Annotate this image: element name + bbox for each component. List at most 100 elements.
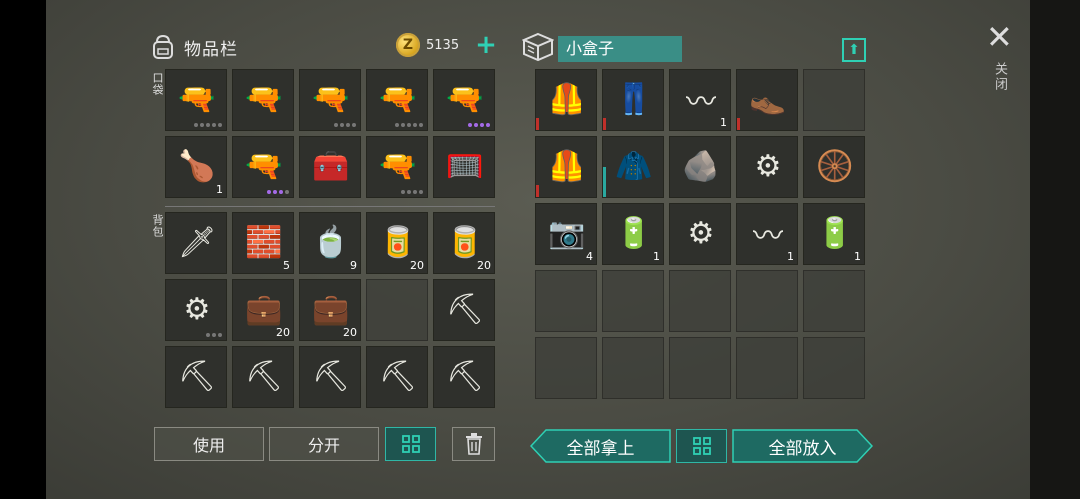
backpack-slot[interactable]: 🥫 20 (366, 212, 428, 274)
backpack-slot[interactable]: ⛏ (433, 346, 495, 408)
sort-grid-button[interactable] (385, 427, 436, 461)
pocket-slot[interactable]: 🔫 (366, 69, 428, 131)
box-slot[interactable] (535, 270, 597, 332)
spring-icon: 〰 (753, 219, 783, 254)
hatchet-icon: ⛏ (244, 358, 284, 394)
durability-bar (603, 118, 606, 130)
pocket-slot[interactable]: 🔫 (366, 136, 428, 198)
pocket-slot[interactable]: 🥅 (433, 136, 495, 198)
pocket-slot[interactable]: 🔫 (165, 69, 227, 131)
box-slot[interactable]: 🧥 (602, 136, 664, 198)
pocket-slot[interactable]: 🔫 (299, 69, 361, 131)
pocket-grid: 🔫 🔫 🔫 🔫 🔫 🍗 1 🔫 🧰 🔫 🥅 (165, 69, 495, 198)
box-slot[interactable]: 🔋 1 (602, 203, 664, 265)
box-slot[interactable] (602, 270, 664, 332)
vest-armor-icon: 🦺 (548, 148, 586, 184)
box-slot[interactable] (803, 69, 865, 131)
backpack-slot[interactable]: ⛏ (299, 346, 361, 408)
pocket-slot[interactable]: 🔫 (232, 136, 294, 198)
box-slot[interactable]: 📷 4 (535, 203, 597, 265)
box-slot[interactable]: 〰 1 (736, 203, 798, 265)
box-slot[interactable]: ⚙ (736, 136, 798, 198)
box-slot[interactable]: 🦺 (535, 136, 597, 198)
item-quantity: 1 (653, 250, 660, 263)
box-slot[interactable] (803, 337, 865, 399)
spring-icon: 〰 (686, 85, 716, 120)
quality-dots (468, 123, 490, 127)
pocket-slot[interactable]: 🔫 (232, 69, 294, 131)
tire-icon: 🛞 (816, 148, 854, 184)
quality-dots (206, 333, 222, 337)
hatchet-icon: ⛏ (445, 291, 485, 327)
pants-icon: 👖 (615, 81, 653, 117)
box-slot[interactable] (602, 337, 664, 399)
split-button[interactable]: 分开 (269, 427, 379, 461)
box-title: 小盒子 (558, 36, 682, 62)
pocket-slot[interactable]: 🍗 1 (165, 136, 227, 198)
box-slot[interactable] (669, 337, 731, 399)
section-divider (165, 206, 495, 207)
use-button[interactable]: 使用 (154, 427, 264, 461)
put-all-button[interactable]: 全部放入 (732, 429, 873, 463)
pistol-icon: 🔫 (245, 148, 283, 184)
box-sort-grid-button[interactable] (676, 429, 727, 463)
hatchet-icon: ⛏ (378, 358, 418, 394)
box-slot[interactable]: 👖 (602, 69, 664, 131)
hatchet-icon: ⛏ (177, 358, 217, 394)
backpack-slot[interactable]: ⛏ (165, 346, 227, 408)
box-slot[interactable]: 🪨 (669, 136, 731, 198)
box-slot[interactable] (535, 337, 597, 399)
roast-chicken-icon: 🍗 (178, 148, 216, 184)
backpack-slot[interactable]: 🧱 5 (232, 212, 294, 274)
screen-edge-right (1030, 0, 1080, 499)
saw-club-icon: ⚙ (183, 291, 211, 327)
trash-icon (465, 433, 482, 455)
box-slot[interactable]: 👞 (736, 69, 798, 131)
take-all-button[interactable]: 全部拿上 (530, 429, 671, 463)
backpack-label: 背包 (151, 214, 164, 238)
box-slot[interactable]: ⚙ (669, 203, 731, 265)
backpack-slot[interactable]: ⛏ (232, 346, 294, 408)
close-label[interactable]: 关闭 (990, 62, 1009, 92)
quality-dots (334, 123, 356, 127)
backpack-slot[interactable]: 🥫 20 (433, 212, 495, 274)
backpack-slot[interactable]: 💼 20 (299, 279, 361, 341)
item-quantity: 20 (477, 259, 491, 272)
item-quantity: 1 (720, 116, 727, 129)
saw-blade-icon: ⚙ (754, 148, 782, 184)
backpack-slot[interactable]: ⛏ (433, 279, 495, 341)
box-slot[interactable]: 🔋 1 (803, 203, 865, 265)
fishing-net-icon: 🥅 (446, 148, 484, 184)
upload-icon[interactable]: ⬆ (842, 38, 866, 62)
camera-icon: 📷 (548, 215, 586, 251)
durability-bar (536, 118, 539, 130)
backpack-slot[interactable]: ⛏ (366, 346, 428, 408)
box-slot[interactable]: 🛞 (803, 136, 865, 198)
trash-button[interactable] (452, 427, 495, 461)
box-slot[interactable]: 〰 1 (669, 69, 731, 131)
pocket-slot[interactable]: 🔫 (433, 69, 495, 131)
item-quantity: 1 (216, 183, 223, 196)
inventory-header: 物品栏 (150, 34, 238, 60)
quality-dots (267, 190, 289, 194)
box-slot[interactable] (736, 270, 798, 332)
boots-icon: 👞 (749, 81, 787, 117)
box-slot[interactable]: 🦺 (535, 69, 597, 131)
durability-bar (737, 118, 740, 130)
box-slot[interactable] (669, 270, 731, 332)
backpack-slot[interactable] (366, 279, 428, 341)
backpack-slot[interactable]: 💼 20 (232, 279, 294, 341)
pocket-slot[interactable]: 🧰 (299, 136, 361, 198)
backpack-icon (153, 34, 173, 59)
item-quantity: 4 (586, 250, 593, 263)
box-slot[interactable] (736, 337, 798, 399)
ak-rifle-icon: 🔫 (446, 81, 484, 117)
close-button[interactable]: ✕ (986, 21, 1013, 53)
box-slot[interactable] (803, 270, 865, 332)
backpack-slot[interactable]: ⚙ (165, 279, 227, 341)
vest-armor-icon: 🦺 (548, 81, 586, 117)
backpack-slot[interactable]: 🍵 9 (299, 212, 361, 274)
backpack-slot[interactable]: 🗡 (165, 212, 227, 274)
box-grid: 🦺 👖 〰 1 👞 🦺 🧥 🪨 ⚙ 🛞 📷 4 🔋 1 ⚙ 〰 1 🔋 1 (535, 69, 865, 399)
add-coins-button[interactable]: + (475, 32, 497, 58)
